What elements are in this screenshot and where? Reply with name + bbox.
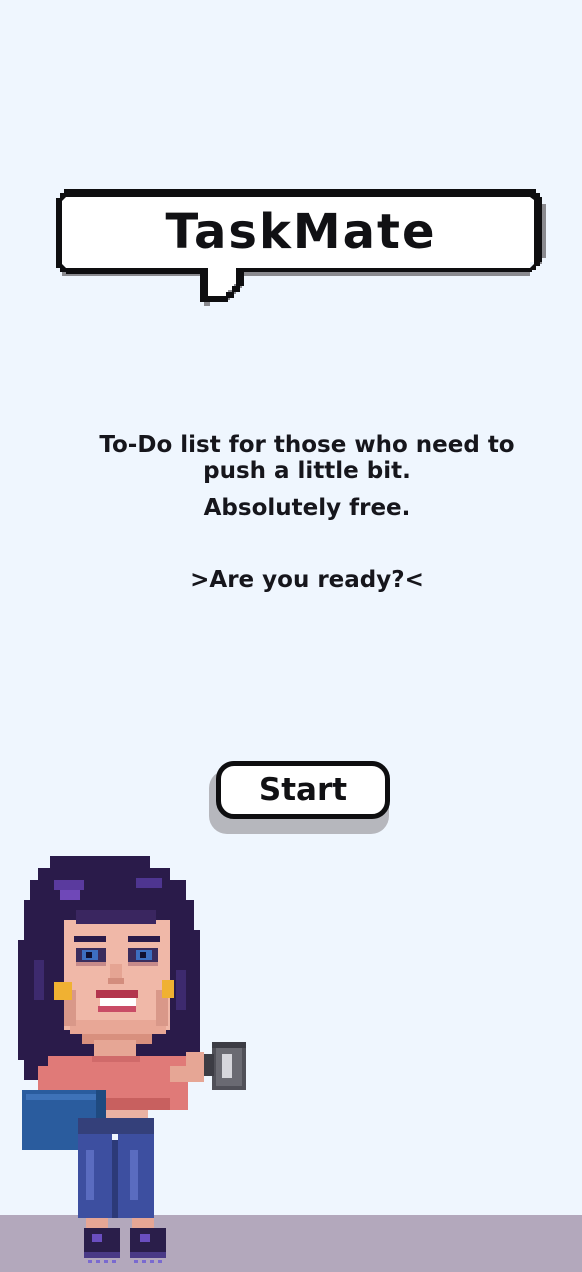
speech-bubble-icon (56, 189, 546, 306)
description-line-2: push a little bit. (203, 458, 411, 484)
title-speech-bubble: TaskMate (0, 0, 582, 320)
pricing-text: Absolutely free. (203, 495, 411, 521)
pixel-girl-with-coffee-illustration (18, 856, 246, 1263)
app-title: TaskMate (165, 204, 437, 260)
description-line-1: To-Do list for those who need to (99, 432, 515, 458)
ready-prompt: >Are you ready?< (190, 567, 424, 593)
app-description: To-Do list for those who need to push a … (60, 432, 554, 484)
start-button[interactable]: Start (216, 761, 390, 819)
